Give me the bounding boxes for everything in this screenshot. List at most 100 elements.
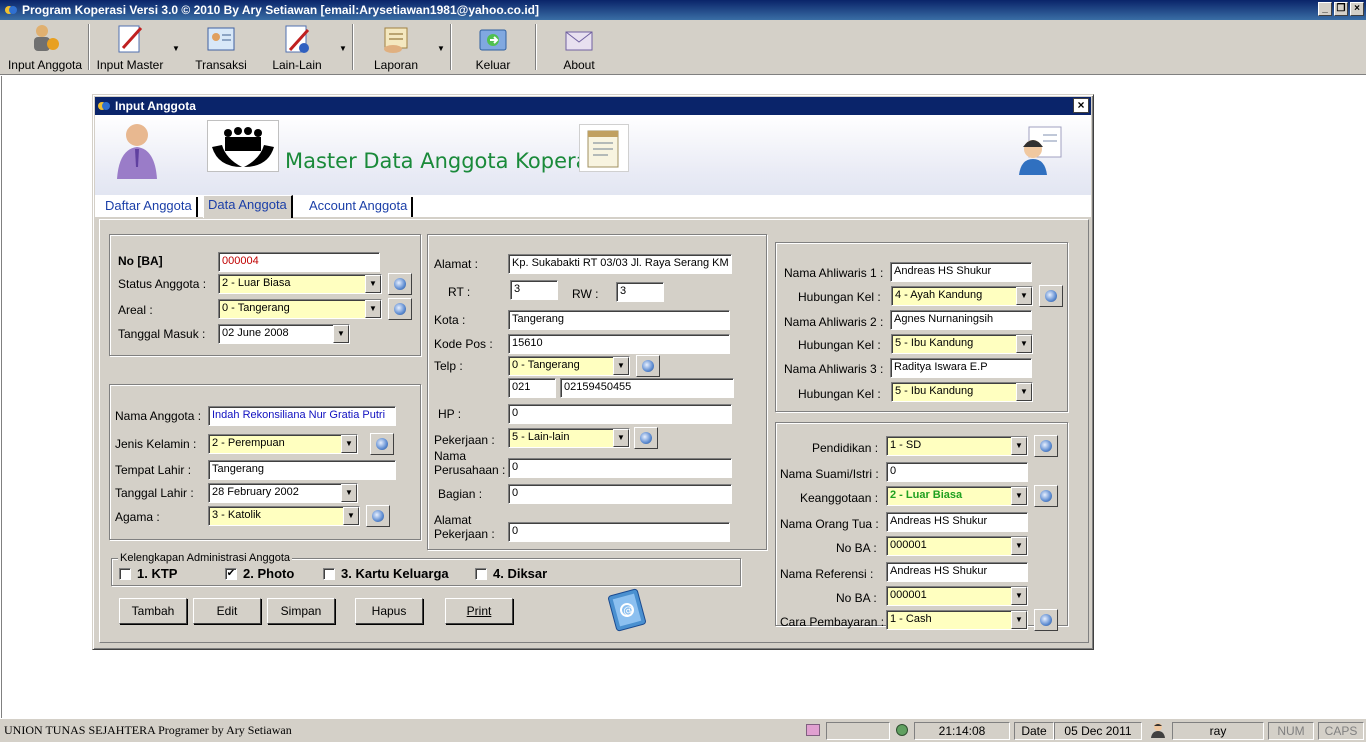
nama-suami-istri-field[interactable]: 0	[886, 462, 1028, 482]
nama-suami-istri-label: Nama Suami/Istri :	[780, 467, 879, 481]
keanggotaan-lookup-button[interactable]	[1034, 485, 1058, 507]
chevron-down-icon[interactable]: ▼	[341, 484, 357, 502]
chevron-down-icon[interactable]: ▼	[613, 429, 629, 447]
telp-lookup-button[interactable]	[636, 355, 660, 377]
simpan-button[interactable]: Simpan	[267, 598, 335, 624]
rt-label: RT :	[448, 285, 471, 299]
jenis-kelamin-select[interactable]: 2 - Perempuan ▼	[208, 434, 358, 454]
status-anggota-select[interactable]: 2 - Luar Biasa ▼	[218, 274, 382, 294]
alamat-pekerjaan-field[interactable]: 0	[508, 522, 730, 542]
keanggotaan-select[interactable]: 2 - Luar Biasa ▼	[886, 486, 1028, 506]
rw-field[interactable]: 3	[616, 282, 664, 302]
telp-number-field[interactable]: 02159450455	[560, 378, 734, 398]
telp-code-field[interactable]: 021	[508, 378, 556, 398]
nama-orang-tua-field[interactable]: Andreas HS Shukur	[886, 512, 1028, 532]
toolbar-about[interactable]: About	[550, 22, 608, 72]
jenis-kelamin-label: Jenis Kelamin :	[115, 437, 197, 451]
laporan-dropdown-arrow[interactable]: ▼	[437, 44, 445, 53]
tab-account-anggota[interactable]: Account Anggota	[305, 197, 414, 217]
cara-pembayaran-select[interactable]: 1 - Cash ▼	[886, 610, 1028, 630]
telp-area-value: 0 - Tangerang	[512, 359, 580, 371]
agama-lookup-button[interactable]	[366, 505, 390, 527]
hubungan1-lookup-button[interactable]	[1039, 285, 1063, 307]
dialog-title: Input Anggota	[115, 99, 196, 113]
status-lookup-button[interactable]	[388, 273, 412, 295]
kartu-keluarga-checkbox[interactable]	[323, 568, 335, 580]
photo-checkbox[interactable]: ✔	[225, 568, 237, 580]
input-master-dropdown-arrow[interactable]: ▼	[172, 44, 180, 53]
hapus-button[interactable]: Hapus	[355, 598, 423, 624]
tambah-button[interactable]: Tambah	[119, 598, 187, 624]
chevron-down-icon[interactable]: ▼	[333, 325, 349, 343]
dialog-close-button[interactable]: ×	[1073, 98, 1089, 113]
kota-field[interactable]: Tangerang	[508, 310, 730, 330]
toolbar-lain-lain[interactable]: Lain-Lain	[264, 22, 330, 72]
toolbar-input-anggota[interactable]: Input Anggota	[6, 22, 84, 72]
chevron-down-icon[interactable]: ▼	[1016, 383, 1032, 401]
diksar-checkbox[interactable]	[475, 568, 487, 580]
chevron-down-icon[interactable]: ▼	[1016, 335, 1032, 353]
chevron-down-icon[interactable]: ▼	[1011, 437, 1027, 455]
no-ba-orang-tua-value: 000001	[890, 539, 927, 551]
ahliwaris3-field[interactable]: Raditya Iswara E.P	[890, 358, 1032, 378]
chevron-down-icon[interactable]: ▼	[343, 507, 359, 525]
toolbar-transaksi[interactable]: Transaksi	[190, 22, 252, 72]
jenis-kelamin-lookup-button[interactable]	[370, 433, 394, 455]
telp-label: Telp :	[434, 359, 463, 373]
areal-lookup-button[interactable]	[388, 298, 412, 320]
nama-referensi-field[interactable]: Andreas HS Shukur	[886, 562, 1028, 582]
no-ba-field[interactable]: 000004	[218, 252, 380, 272]
chevron-down-icon[interactable]: ▼	[1011, 611, 1027, 629]
hp-field[interactable]: 0	[508, 404, 732, 424]
areal-select[interactable]: 0 - Tangerang ▼	[218, 299, 382, 319]
bagian-field[interactable]: 0	[508, 484, 732, 504]
tanggal-masuk-picker[interactable]: 02 June 2008 ▼	[218, 324, 350, 344]
rt-field[interactable]: 3	[510, 280, 558, 300]
chevron-down-icon[interactable]: ▼	[341, 435, 357, 453]
chevron-down-icon[interactable]: ▼	[1016, 287, 1032, 305]
agama-select[interactable]: 3 - Katolik ▼	[208, 506, 360, 526]
pekerjaan-select[interactable]: 5 - Lain-lain ▼	[508, 428, 630, 448]
chevron-down-icon[interactable]: ▼	[1011, 487, 1027, 505]
id-card-icon	[204, 22, 238, 56]
hubungan2-select[interactable]: 5 - Ibu Kandung ▼	[891, 334, 1033, 354]
alamat-field[interactable]: Kp. Sukabakti RT 03/03 Jl. Raya Serang K…	[508, 254, 732, 274]
lain-lain-dropdown-arrow[interactable]: ▼	[339, 44, 347, 53]
pendidikan-lookup-button[interactable]	[1034, 435, 1058, 457]
banner-title: Master Data Anggota Koperasi	[285, 149, 606, 173]
nama-anggota-field[interactable]: Indah Rekonsiliana Nur Gratia Putri	[208, 406, 396, 426]
chevron-down-icon[interactable]: ▼	[365, 300, 381, 318]
nama-perusahaan-field[interactable]: 0	[508, 458, 732, 478]
toolbar-laporan[interactable]: Laporan	[364, 22, 428, 72]
chevron-down-icon[interactable]: ▼	[613, 357, 629, 375]
close-app-button[interactable]: ×	[1350, 2, 1364, 16]
chevron-down-icon[interactable]: ▼	[1011, 537, 1027, 555]
chevron-down-icon[interactable]: ▼	[365, 275, 381, 293]
no-ba-referensi-select[interactable]: 000001 ▼	[886, 586, 1028, 606]
restore-button[interactable]: ❐	[1334, 2, 1348, 16]
toolbar-label: Lain-Lain	[272, 58, 322, 72]
pendidikan-select[interactable]: 1 - SD ▼	[886, 436, 1028, 456]
ktp-checkbox[interactable]	[119, 568, 131, 580]
ahliwaris1-field[interactable]: Andreas HS Shukur	[890, 262, 1032, 282]
tempat-lahir-field[interactable]: Tangerang	[208, 460, 396, 480]
hubungan1-select[interactable]: 4 - Ayah Kandung ▼	[891, 286, 1033, 306]
toolbar-input-master[interactable]: Input Master	[96, 22, 164, 72]
ahliwaris2-field[interactable]: Agnes Nurnaningsih	[890, 310, 1032, 330]
edit-button[interactable]: Edit	[193, 598, 261, 624]
kode-pos-field[interactable]: 15610	[508, 334, 730, 354]
agama-value: 3 - Katolik	[212, 509, 261, 521]
telp-area-select[interactable]: 0 - Tangerang ▼	[508, 356, 630, 376]
chevron-down-icon[interactable]: ▼	[1011, 587, 1027, 605]
pekerjaan-lookup-button[interactable]	[634, 427, 658, 449]
no-ba-orang-tua-select[interactable]: 000001 ▼	[886, 536, 1028, 556]
tab-data-anggota[interactable]: Data Anggota	[203, 195, 293, 218]
print-button[interactable]: Print	[445, 598, 513, 624]
cara-pembayaran-lookup-button[interactable]	[1034, 609, 1058, 631]
minimize-button[interactable]: _	[1318, 2, 1332, 16]
hubungan3-select[interactable]: 5 - Ibu Kandung ▼	[891, 382, 1033, 402]
tanggal-lahir-picker[interactable]: 28 February 2002 ▼	[208, 483, 358, 503]
tab-daftar-anggota[interactable]: Daftar Anggota	[101, 197, 198, 217]
toolbar-keluar[interactable]: Keluar	[464, 22, 522, 72]
calendar-doc-icon	[579, 124, 629, 172]
